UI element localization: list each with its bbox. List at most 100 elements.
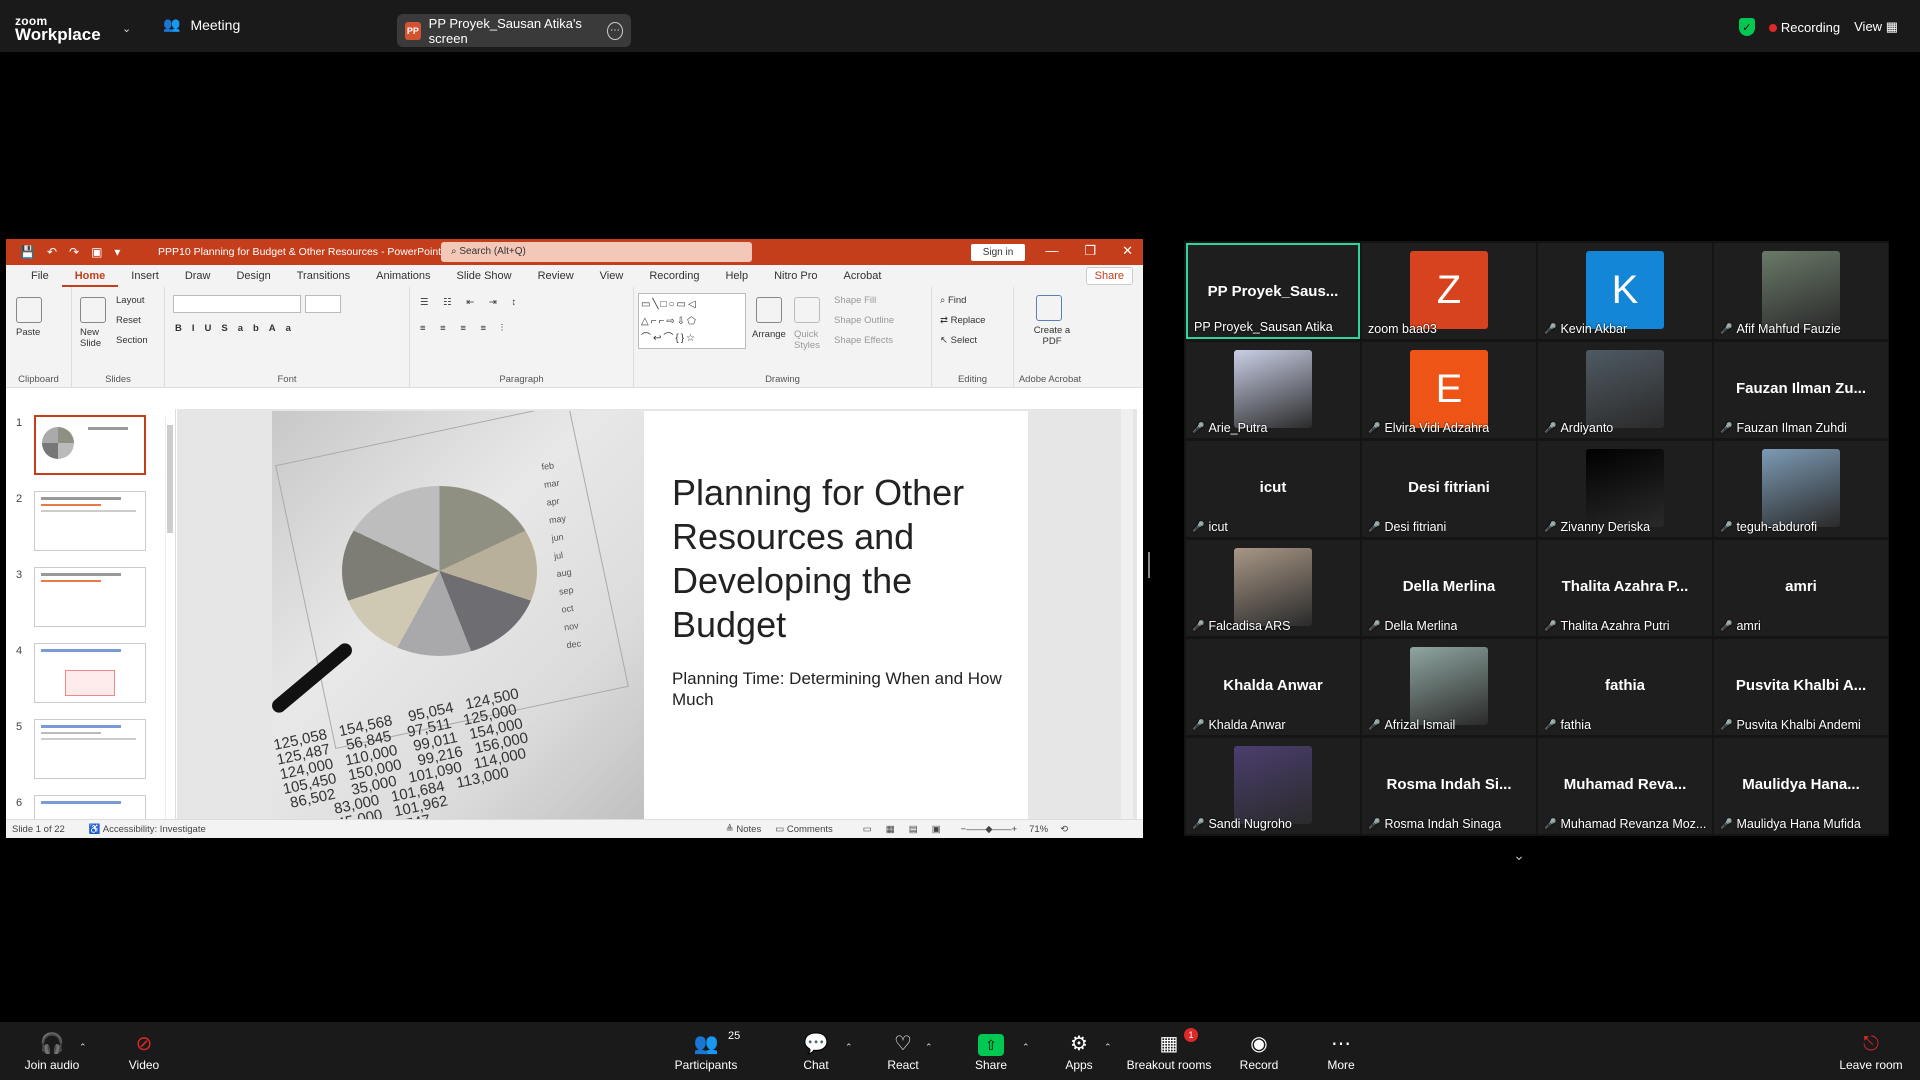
participant-tile[interactable]: Rosma Indah Si... 🎤 Rosma Indah Sinaga: [1362, 738, 1536, 834]
notes-button[interactable]: ≜ Notes: [726, 824, 761, 835]
layout-button[interactable]: Layout: [116, 295, 145, 306]
participant-tile[interactable]: Pusvita Khalbi A... 🎤 Pusvita Khalbi Andem…: [1714, 639, 1888, 735]
gallery-next-page-icon[interactable]: ⌄: [1500, 842, 1538, 868]
more-options-icon[interactable]: ⋯: [607, 21, 623, 40]
shapes-gallery[interactable]: ▭╲□○▭◁ △⌐⌐⇨⇩⬠ ⌒↩⌒{}☆: [638, 293, 746, 349]
slide-subtitle[interactable]: Planning Time: Determining When and How …: [672, 668, 1002, 710]
participant-tile[interactable]: K 🎤 Kevin Akbar: [1538, 243, 1712, 339]
save-icon[interactable]: 💾: [20, 245, 35, 259]
slide-thumbnail-5[interactable]: [34, 719, 146, 779]
arrange-icon[interactable]: [756, 297, 782, 323]
find-button[interactable]: ⌕ Find: [940, 295, 966, 306]
accessibility-status[interactable]: ♿ Accessibility: Investigate: [89, 824, 206, 835]
editor-scrollbar[interactable]: [1121, 409, 1133, 838]
redo-icon[interactable]: ↷: [69, 245, 79, 259]
ppt-search-box[interactable]: ⌕ Search (Alt+Q): [441, 242, 752, 262]
restore-icon[interactable]: ❐: [1084, 243, 1096, 259]
paste-label[interactable]: Paste: [16, 327, 40, 338]
meeting-info-button[interactable]: 👥 Meeting: [163, 16, 240, 33]
font-size-input[interactable]: [305, 295, 341, 313]
participant-tile[interactable]: 🎤 Arie_Putra: [1186, 342, 1360, 438]
participant-tile[interactable]: 🎤 Falcadisa ARS: [1186, 540, 1360, 636]
reset-button[interactable]: Reset: [116, 315, 141, 326]
participant-tile[interactable]: PP Proyek_Saus... PP Proyek_Sausan Atika: [1186, 243, 1360, 339]
participant-tile[interactable]: Desi fitriani 🎤 Desi fitriani: [1362, 441, 1536, 537]
chat-button[interactable]: 💬 Chat: [800, 1032, 832, 1072]
current-slide[interactable]: feb mar apr may jun jul aug sep oct nov …: [272, 411, 1028, 838]
encryption-shield-icon[interactable]: ✓: [1738, 18, 1755, 36]
participant-tile[interactable]: E 🎤 Elvira Vidi Adzahra: [1362, 342, 1536, 438]
slide-thumbnail-1[interactable]: [34, 415, 146, 475]
ppt-share-button[interactable]: Share: [1085, 267, 1133, 285]
participant-tile[interactable]: icut 🎤 icut: [1186, 441, 1360, 537]
recording-indicator[interactable]: Recording: [1768, 20, 1840, 35]
shape-effects-button[interactable]: Shape Effects: [834, 335, 893, 346]
participant-tile[interactable]: Khalda Anwar 🎤 Khalda Anwar: [1186, 639, 1360, 735]
react-button[interactable]: ♡ React: [885, 1032, 921, 1072]
slide-thumbnail-3[interactable]: [34, 567, 146, 627]
slide-thumbnail-4[interactable]: [34, 643, 146, 703]
video-button[interactable]: ⊘ Video: [124, 1032, 164, 1072]
participant-tile[interactable]: 🎤 Zivanny Deriska: [1538, 441, 1712, 537]
participant-tile[interactable]: 🎤 Afif Mahfud Fauzie: [1714, 243, 1888, 339]
tab-acrobat[interactable]: Acrobat: [831, 265, 895, 287]
tab-design[interactable]: Design: [223, 265, 283, 287]
chat-options-caret-icon[interactable]: ⌃: [845, 1042, 853, 1053]
apps-options-caret-icon[interactable]: ⌃: [1104, 1042, 1112, 1053]
thumbnail-scrollbar[interactable]: [165, 417, 173, 838]
share-screen-button[interactable]: ⇧ Share: [974, 1032, 1008, 1072]
breakout-rooms-button[interactable]: ▦ 1 Breakout rooms: [1126, 1028, 1212, 1072]
shape-fill-button[interactable]: Shape Fill: [834, 295, 876, 306]
fit-slide-icon[interactable]: ⟲: [1060, 824, 1068, 835]
participant-tile[interactable]: Zzoom baa03: [1362, 243, 1536, 339]
participant-tile[interactable]: Della Merlina 🎤 Della Merlina: [1362, 540, 1536, 636]
list-buttons[interactable]: ☰ ☷ ⇤ ⇥ ↕: [420, 297, 522, 308]
new-slide-icon[interactable]: [80, 297, 106, 323]
tab-file[interactable]: File: [18, 265, 62, 287]
undo-icon[interactable]: ↶: [47, 245, 57, 259]
view-mode-icons[interactable]: ▭▦▤▣: [863, 824, 955, 835]
slide-title[interactable]: Planning for Other Resources and Develop…: [672, 471, 992, 647]
shared-screen-pill[interactable]: PP PP Proyek_Sausan Atika's screen ⋯: [397, 14, 631, 47]
panel-resize-handle[interactable]: [1148, 552, 1150, 578]
font-name-input[interactable]: [173, 295, 301, 313]
participant-tile[interactable]: 🎤 Ardiyanto: [1538, 342, 1712, 438]
join-audio-button[interactable]: 🎧 Join audio: [24, 1032, 80, 1072]
create-pdf-label[interactable]: Create a PDF: [1032, 325, 1072, 347]
minimize-icon[interactable]: —: [1045, 243, 1058, 259]
signin-button[interactable]: Sign in: [971, 244, 1025, 261]
paste-icon[interactable]: [16, 297, 42, 323]
customize-icon[interactable]: ▾: [114, 245, 120, 259]
tab-slide-show[interactable]: Slide Show: [444, 265, 525, 287]
tab-home[interactable]: Home: [61, 265, 119, 287]
audio-options-caret-icon[interactable]: ⌃: [79, 1042, 87, 1053]
quick-styles-label[interactable]: Quick Styles: [794, 329, 824, 351]
replace-button[interactable]: ⇄ Replace: [940, 315, 985, 326]
view-button[interactable]: View ▦: [1854, 19, 1898, 35]
participant-tile[interactable]: 🎤 teguh-abdurofi: [1714, 441, 1888, 537]
record-button[interactable]: ◉ Record: [1238, 1032, 1280, 1072]
participants-button[interactable]: 👥 25 Participants: [674, 1030, 741, 1072]
new-slide-label[interactable]: New Slide: [80, 327, 110, 349]
comments-button[interactable]: ▭ Comments: [775, 824, 833, 835]
tab-animations[interactable]: Animations: [363, 265, 443, 287]
zoom-slider[interactable]: −——◆——+: [961, 824, 1017, 835]
participant-tile[interactable]: amri 🎤 amri: [1714, 540, 1888, 636]
participant-tile[interactable]: 🎤 Sandi Nugroho: [1186, 738, 1360, 834]
select-button[interactable]: ↖ Select: [940, 335, 977, 346]
font-format-buttons[interactable]: BIUSabAa: [175, 323, 301, 334]
create-pdf-icon[interactable]: [1036, 295, 1062, 321]
slide-thumbnail-2[interactable]: [34, 491, 146, 551]
apps-button[interactable]: ⚙ Apps: [1064, 1032, 1094, 1072]
tab-view[interactable]: View: [587, 265, 637, 287]
tab-nitro-pro[interactable]: Nitro Pro: [761, 265, 830, 287]
tab-transitions[interactable]: Transitions: [284, 265, 363, 287]
participant-tile[interactable]: 🎤 Afrizal Ismail: [1362, 639, 1536, 735]
quick-styles-icon[interactable]: [794, 297, 820, 323]
tab-review[interactable]: Review: [525, 265, 587, 287]
leave-room-button[interactable]: ⎋ Leave room: [1838, 1032, 1904, 1072]
tab-insert[interactable]: Insert: [118, 265, 172, 287]
tab-draw[interactable]: Draw: [172, 265, 224, 287]
participant-tile[interactable]: Muhamad Reva... 🎤 Muhamad Revanza Moz...: [1538, 738, 1712, 834]
chevron-down-icon[interactable]: ⌄: [122, 22, 131, 35]
